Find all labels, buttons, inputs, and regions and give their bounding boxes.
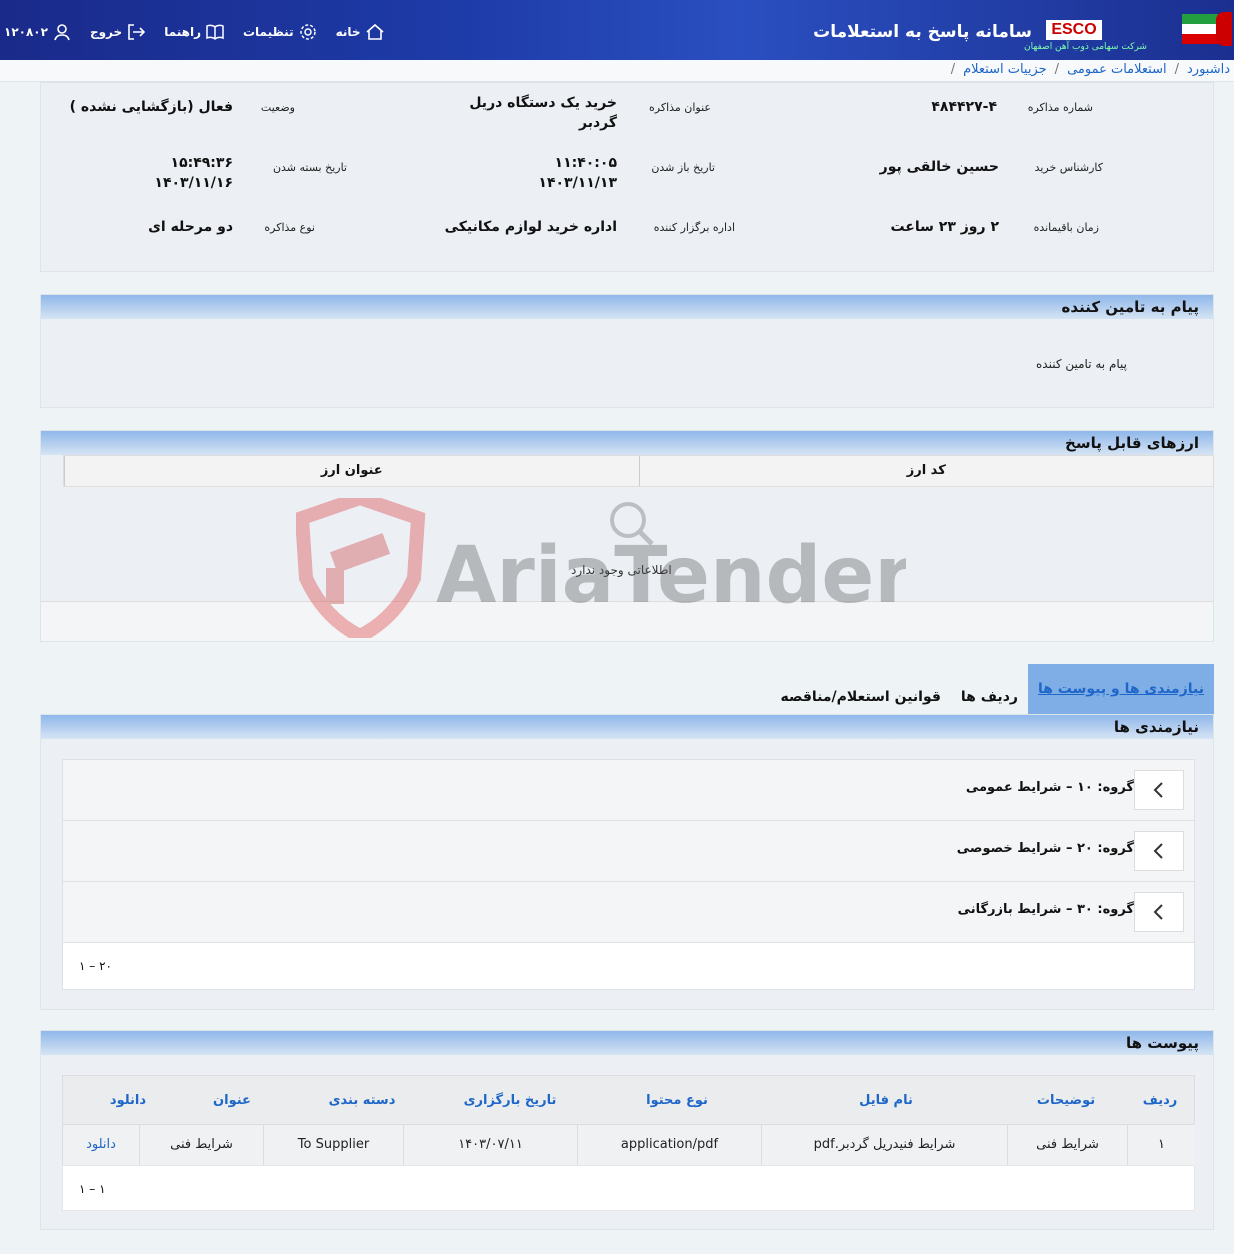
column-download[interactable]: دانلود: [84, 1076, 172, 1124]
cell-row-no: ۱: [1127, 1125, 1195, 1165]
attachments-table: ردیف توضیحات نام فایل نوع محتوا تاریخ با…: [62, 1075, 1195, 1211]
tabs-bar: نیازمندی ها و پیوست ها ردیف ها قوانین اس…: [770, 664, 1214, 714]
breadcrumb: داشبورد/استعلامات عمومی/جزییات استعلام/: [0, 60, 1234, 82]
breadcrumb-public-inquiries[interactable]: استعلامات عمومی: [1067, 62, 1167, 77]
list-item[interactable]: گروه: ۱۰ – شرایط عمومی: [63, 760, 1194, 821]
organizer-value: اداره خرید لوازم مکانیکی: [444, 219, 617, 235]
list-item[interactable]: گروه: ۳۰ – شرایط بازرگانی: [63, 882, 1194, 943]
open-time-value: ۱۱:۴۰:۰۵: [554, 155, 617, 171]
tab-rows[interactable]: ردیف ها: [951, 674, 1028, 714]
close-date-value: ۱۴۰۳/۱۱/۱۶: [154, 175, 233, 191]
type-label: نوع مذاکره: [264, 221, 315, 234]
book-icon: [206, 24, 224, 41]
title-value: خرید یک دستگاه دریل گردبر: [469, 95, 617, 131]
column-file-name[interactable]: نام فایل: [766, 1076, 1006, 1124]
requirements-pager: ۱ – ۲۰: [63, 943, 1194, 989]
inquiry-details-card: شماره مذاکره ۴۸۴۴۲۷-۴ عنوان مذاکره خرید …: [40, 82, 1214, 272]
expand-button[interactable]: [1134, 831, 1184, 871]
cell-title: شرایط فنی: [139, 1125, 263, 1165]
breadcrumb-inquiry-details[interactable]: جزییات استعلام: [963, 62, 1047, 77]
status-label: وضعیت: [260, 101, 295, 114]
requirements-panel: نیازمندی ها گروه: ۱۰ – شرایط عمومی گروه:…: [40, 714, 1214, 1010]
column-row-no[interactable]: ردیف: [1126, 1076, 1194, 1124]
close-date-label: تاریخ بسته شدن: [272, 161, 347, 174]
logout-button[interactable]: خروج: [90, 22, 146, 42]
open-date-label: تاریخ باز شدن: [651, 161, 715, 174]
expand-button[interactable]: [1134, 892, 1184, 932]
tender-no-label: شماره مذاکره: [1027, 101, 1093, 114]
user-id[interactable]: ۱۲۰۸۰۲: [4, 22, 72, 42]
organizer-label: اداره برگزار کننده: [653, 221, 735, 234]
app-title: سامانه پاسخ به استعلامات: [813, 22, 1032, 42]
column-category[interactable]: دسته بندی: [292, 1076, 432, 1124]
tender-no-value: ۴۸۴۴۲۷-۴: [931, 99, 997, 115]
column-upload-date[interactable]: تاریخ بارگزاری: [432, 1076, 588, 1124]
chevron-left-icon: [1153, 782, 1163, 798]
expand-button[interactable]: [1134, 770, 1184, 810]
table-header-row: ردیف توضیحات نام فایل نوع محتوا تاریخ با…: [62, 1075, 1195, 1125]
expert-label: کارشناس خرید: [1034, 161, 1103, 174]
column-title[interactable]: عنوان: [172, 1076, 292, 1124]
column-content-type[interactable]: نوع محتوا: [588, 1076, 766, 1124]
company-emblem-icon: [1216, 12, 1232, 46]
attachments-panel: پیوست ها ردیف توضیحات نام فایل نوع محتوا…: [40, 1030, 1214, 1230]
close-time-value: ۱۵:۴۹:۳۶: [170, 155, 233, 171]
breadcrumb-dashboard[interactable]: داشبورد: [1187, 62, 1230, 77]
remaining-value: ۲ روز ۲۳ ساعت: [890, 219, 999, 235]
group-label: گروه: ۱۰ – شرایط عمومی: [965, 780, 1134, 795]
supplier-message-title: پیام به تامین کننده: [41, 295, 1213, 319]
cell-upload-date: ۱۴۰۳/۰۷/۱۱: [403, 1125, 577, 1165]
home-icon: [366, 23, 384, 40]
currencies-title: ارزهای قابل پاسخ: [41, 431, 1213, 455]
iran-flag-icon: [1182, 14, 1218, 44]
expert-value: حسین خالقی پور: [879, 159, 999, 175]
requirements-title: نیازمندی ها: [41, 715, 1213, 739]
supplier-message-panel: پیام به تامین کننده پیام به تامین کننده: [40, 294, 1214, 408]
pager-range: ۱ – ۲۰: [79, 959, 112, 973]
home-button[interactable]: خانه: [336, 22, 385, 42]
chevron-left-icon: [1153, 904, 1163, 920]
guide-button[interactable]: راهنما: [164, 22, 225, 42]
chevron-left-icon: [1153, 843, 1163, 859]
group-label: گروه: ۲۰ – شرایط خصوصی: [956, 841, 1134, 856]
column-currency-title[interactable]: عنوان ارز: [64, 456, 639, 486]
tab-requirements-attachments[interactable]: نیازمندی ها و پیوست ها: [1027, 664, 1214, 714]
brand-subtitle: شرکت سهامی ذوب آهن اصفهان: [1024, 42, 1147, 52]
cell-content-type: application/pdf: [577, 1125, 761, 1165]
attachments-title: پیوست ها: [41, 1031, 1213, 1055]
cell-description: شرایط فنی: [1007, 1125, 1127, 1165]
group-label: گروه: ۳۰ – شرایط بازرگانی: [957, 902, 1134, 917]
table-row: ۱ شرایط فنی شرایط فنیدریل گردبر.pdf appl…: [62, 1125, 1195, 1165]
download-link[interactable]: دانلود: [62, 1125, 139, 1165]
currency-table-header: کد ارز عنوان ارز: [63, 455, 1214, 487]
type-value: دو مرحله ای: [148, 219, 233, 235]
watermark-logo: AriaTender.neT: [296, 498, 906, 638]
requirements-list: گروه: ۱۰ – شرایط عمومی گروه: ۲۰ – شرایط …: [62, 759, 1195, 990]
tab-rules[interactable]: قوانین استعلام/مناقصه: [770, 674, 950, 714]
column-description[interactable]: توضیحات: [1006, 1076, 1126, 1124]
list-item[interactable]: گروه: ۲۰ – شرایط خصوصی: [63, 821, 1194, 882]
top-bar: ESCO شرکت سهامی ذوب آهن اصفهان سامانه پا…: [0, 0, 1234, 60]
supplier-message-label: پیام به تامین کننده: [1036, 357, 1127, 371]
brand-logo: ESCO: [1046, 20, 1102, 40]
attachments-pager: ۱ – ۱: [62, 1165, 1195, 1211]
title-label: عنوان مذاکره: [649, 101, 711, 114]
top-nav: ۱۲۰۸۰۲ خروج راهنما تنظیمات خانه: [4, 22, 385, 42]
settings-button[interactable]: تنظیمات: [243, 22, 318, 42]
user-icon: [54, 24, 70, 41]
remaining-label: زمان باقیمانده: [1033, 221, 1099, 234]
column-currency-code[interactable]: کد ارز: [638, 456, 1214, 486]
watermark-text: AriaTender.neT: [436, 531, 906, 621]
cell-category: To Supplier: [263, 1125, 403, 1165]
pager-range: ۱ – ۱: [79, 1182, 106, 1196]
gear-icon: [299, 24, 316, 40]
cell-file-name: شرایط فنیدریل گردبر.pdf: [761, 1125, 1007, 1165]
logout-icon: [128, 24, 146, 40]
status-value: فعال (بازگشایی نشده ): [69, 99, 233, 115]
open-date-value: ۱۴۰۳/۱۱/۱۳: [538, 175, 617, 191]
